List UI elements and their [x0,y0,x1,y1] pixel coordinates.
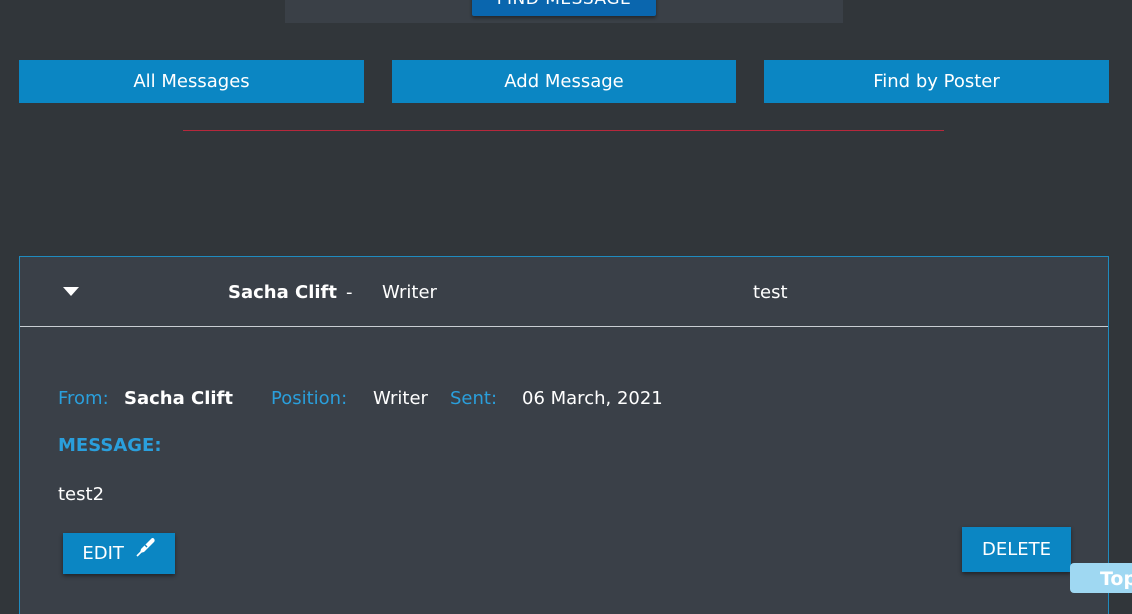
header-poster-name: Sacha Clift [228,282,337,303]
scroll-top-button[interactable]: Top [1070,563,1132,593]
header-poster-position: Writer [382,282,437,303]
edit-button[interactable]: EDIT [63,533,175,574]
message-card-header[interactable]: Sacha Clift - Writer test [20,257,1108,327]
sent-value: 06 March, 2021 [522,388,663,409]
add-message-button[interactable]: Add Message [392,60,736,103]
edit-button-label: EDIT [82,543,124,564]
delete-button[interactable]: DELETE [962,527,1071,572]
header-subject: test [753,282,788,303]
find-message-button[interactable]: FIND MESSAGE [472,0,656,16]
page: FIND MESSAGE All Messages Add Message Fi… [0,0,1132,614]
from-label: From: [58,388,109,409]
message-body: test2 [58,484,105,505]
all-messages-button[interactable]: All Messages [19,60,364,103]
find-by-poster-button[interactable]: Find by Poster [764,60,1109,103]
sent-label: Sent: [450,388,498,409]
caret-down-icon[interactable] [63,287,79,296]
from-value: Sacha Clift [124,388,233,409]
section-divider [183,130,944,131]
message-card: Sacha Clift - Writer test From: Sacha Cl… [19,256,1109,614]
pen-icon [134,532,156,573]
position-value: Writer [373,388,428,409]
message-label: MESSAGE: [58,435,162,456]
position-label: Position: [271,388,348,409]
header-separator: - [346,282,353,303]
